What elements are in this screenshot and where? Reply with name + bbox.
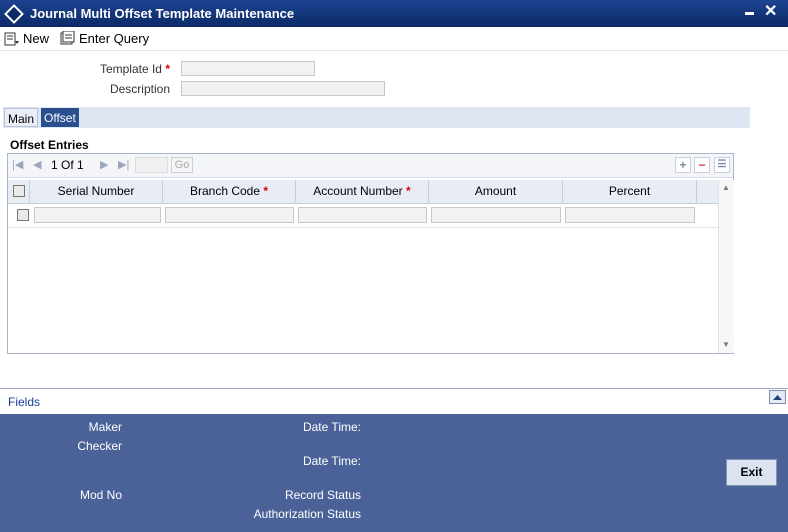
scroll-down-icon[interactable]: ▼	[722, 340, 730, 349]
minimize-icon[interactable]	[745, 12, 754, 15]
description-input[interactable]	[181, 81, 385, 96]
grid-pagination-bar: |◀ ◀ 1 Of 1 ▶ ▶| Go + − ☰	[8, 154, 733, 178]
add-row-icon[interactable]: +	[675, 157, 691, 173]
chevron-up-icon	[773, 395, 782, 400]
percent-header: Percent	[608, 184, 651, 198]
record-status-label: Record Status	[284, 488, 361, 502]
single-view-icon[interactable]: ☰	[714, 157, 730, 173]
scroll-up-icon[interactable]: ▲	[722, 183, 730, 192]
column-header-account-number: Account Number *	[296, 180, 429, 203]
select-all-checkbox[interactable]	[12, 185, 25, 197]
template-id-input[interactable]	[181, 61, 315, 76]
checker-label: Checker	[77, 439, 122, 453]
prev-page-icon[interactable]: ◀	[33, 158, 41, 171]
page-total: 1	[77, 158, 84, 172]
new-icon	[4, 32, 19, 45]
window-title: Journal Multi Offset Template Maintenanc…	[30, 6, 295, 21]
page-current: 1	[51, 158, 58, 172]
new-label: New	[23, 31, 50, 46]
tab-strip: Main Offset	[3, 107, 750, 128]
title-bar: Journal Multi Offset Template Maintenanc…	[0, 0, 788, 27]
fields-link[interactable]: Fields	[8, 395, 40, 409]
header-select-all	[8, 180, 30, 203]
grid-header-row: Serial Number Branch Code * Account Numb…	[8, 180, 718, 204]
last-page-icon[interactable]: ▶|	[118, 158, 129, 171]
account-number-header: Account Number	[313, 184, 403, 198]
row-select-checkbox[interactable]	[17, 209, 29, 221]
page-of: Of	[61, 158, 74, 172]
percent-input[interactable]	[565, 207, 695, 223]
amount-input[interactable]	[431, 207, 561, 223]
delete-row-icon[interactable]: −	[694, 157, 710, 173]
enter-query-button[interactable]: Enter Query	[59, 27, 149, 50]
page-indicator: 1 Of 1	[51, 158, 84, 172]
required-mark: *	[406, 184, 411, 198]
template-id-label: Template Id *	[60, 62, 170, 76]
description-label: Description	[109, 82, 170, 96]
column-header-amount: Amount	[429, 180, 563, 203]
offset-entries-grid: |◀ ◀ 1 Of 1 ▶ ▶| Go + − ☰ Serial Number …	[7, 153, 734, 354]
maker-label: Maker	[88, 420, 122, 434]
offset-entries-title: Offset Entries	[10, 138, 89, 152]
new-button[interactable]: New	[4, 27, 49, 50]
grid-vertical-scrollbar[interactable]: ▲ ▼	[718, 180, 734, 353]
serial-number-input[interactable]	[34, 207, 161, 223]
tab-main[interactable]: Main	[4, 108, 39, 127]
maker-date-time-label: Date Time:	[302, 420, 361, 434]
required-mark: *	[263, 184, 269, 198]
audit-footer: Maker Checker Mod No Date Time: Date Tim…	[0, 414, 788, 532]
authorization-status-label: Authorization Status	[253, 507, 361, 521]
required-mark: *	[165, 62, 170, 76]
amount-header: Amount	[474, 184, 517, 198]
toolbar: New Enter Query	[0, 27, 788, 51]
template-id-label-text: Template Id	[99, 62, 162, 76]
mod-no-label: Mod No	[79, 488, 122, 502]
checker-date-time-label: Date Time:	[302, 454, 361, 468]
page-number-input[interactable]	[135, 157, 168, 173]
column-header-serial-number: Serial Number	[30, 180, 163, 203]
branch-code-header: Branch Code	[189, 184, 261, 198]
fields-bar: Fields	[0, 388, 788, 415]
column-header-percent: Percent	[563, 180, 697, 203]
app-icon	[4, 4, 24, 24]
enter-query-label: Enter Query	[79, 31, 150, 46]
close-icon[interactable]: ✕	[764, 1, 777, 21]
first-page-icon[interactable]: |◀	[12, 158, 23, 171]
exit-button[interactable]: Exit	[726, 459, 777, 486]
branch-code-input[interactable]	[165, 207, 294, 223]
column-header-branch-code: Branch Code *	[163, 180, 296, 203]
next-page-icon[interactable]: ▶	[100, 158, 108, 171]
go-button[interactable]: Go	[171, 157, 193, 173]
serial-number-header: Serial Number	[57, 184, 135, 198]
tab-offset[interactable]: Offset	[41, 108, 79, 127]
collapse-button[interactable]	[769, 390, 786, 404]
enter-query-icon	[60, 31, 75, 45]
account-number-input[interactable]	[298, 207, 427, 223]
